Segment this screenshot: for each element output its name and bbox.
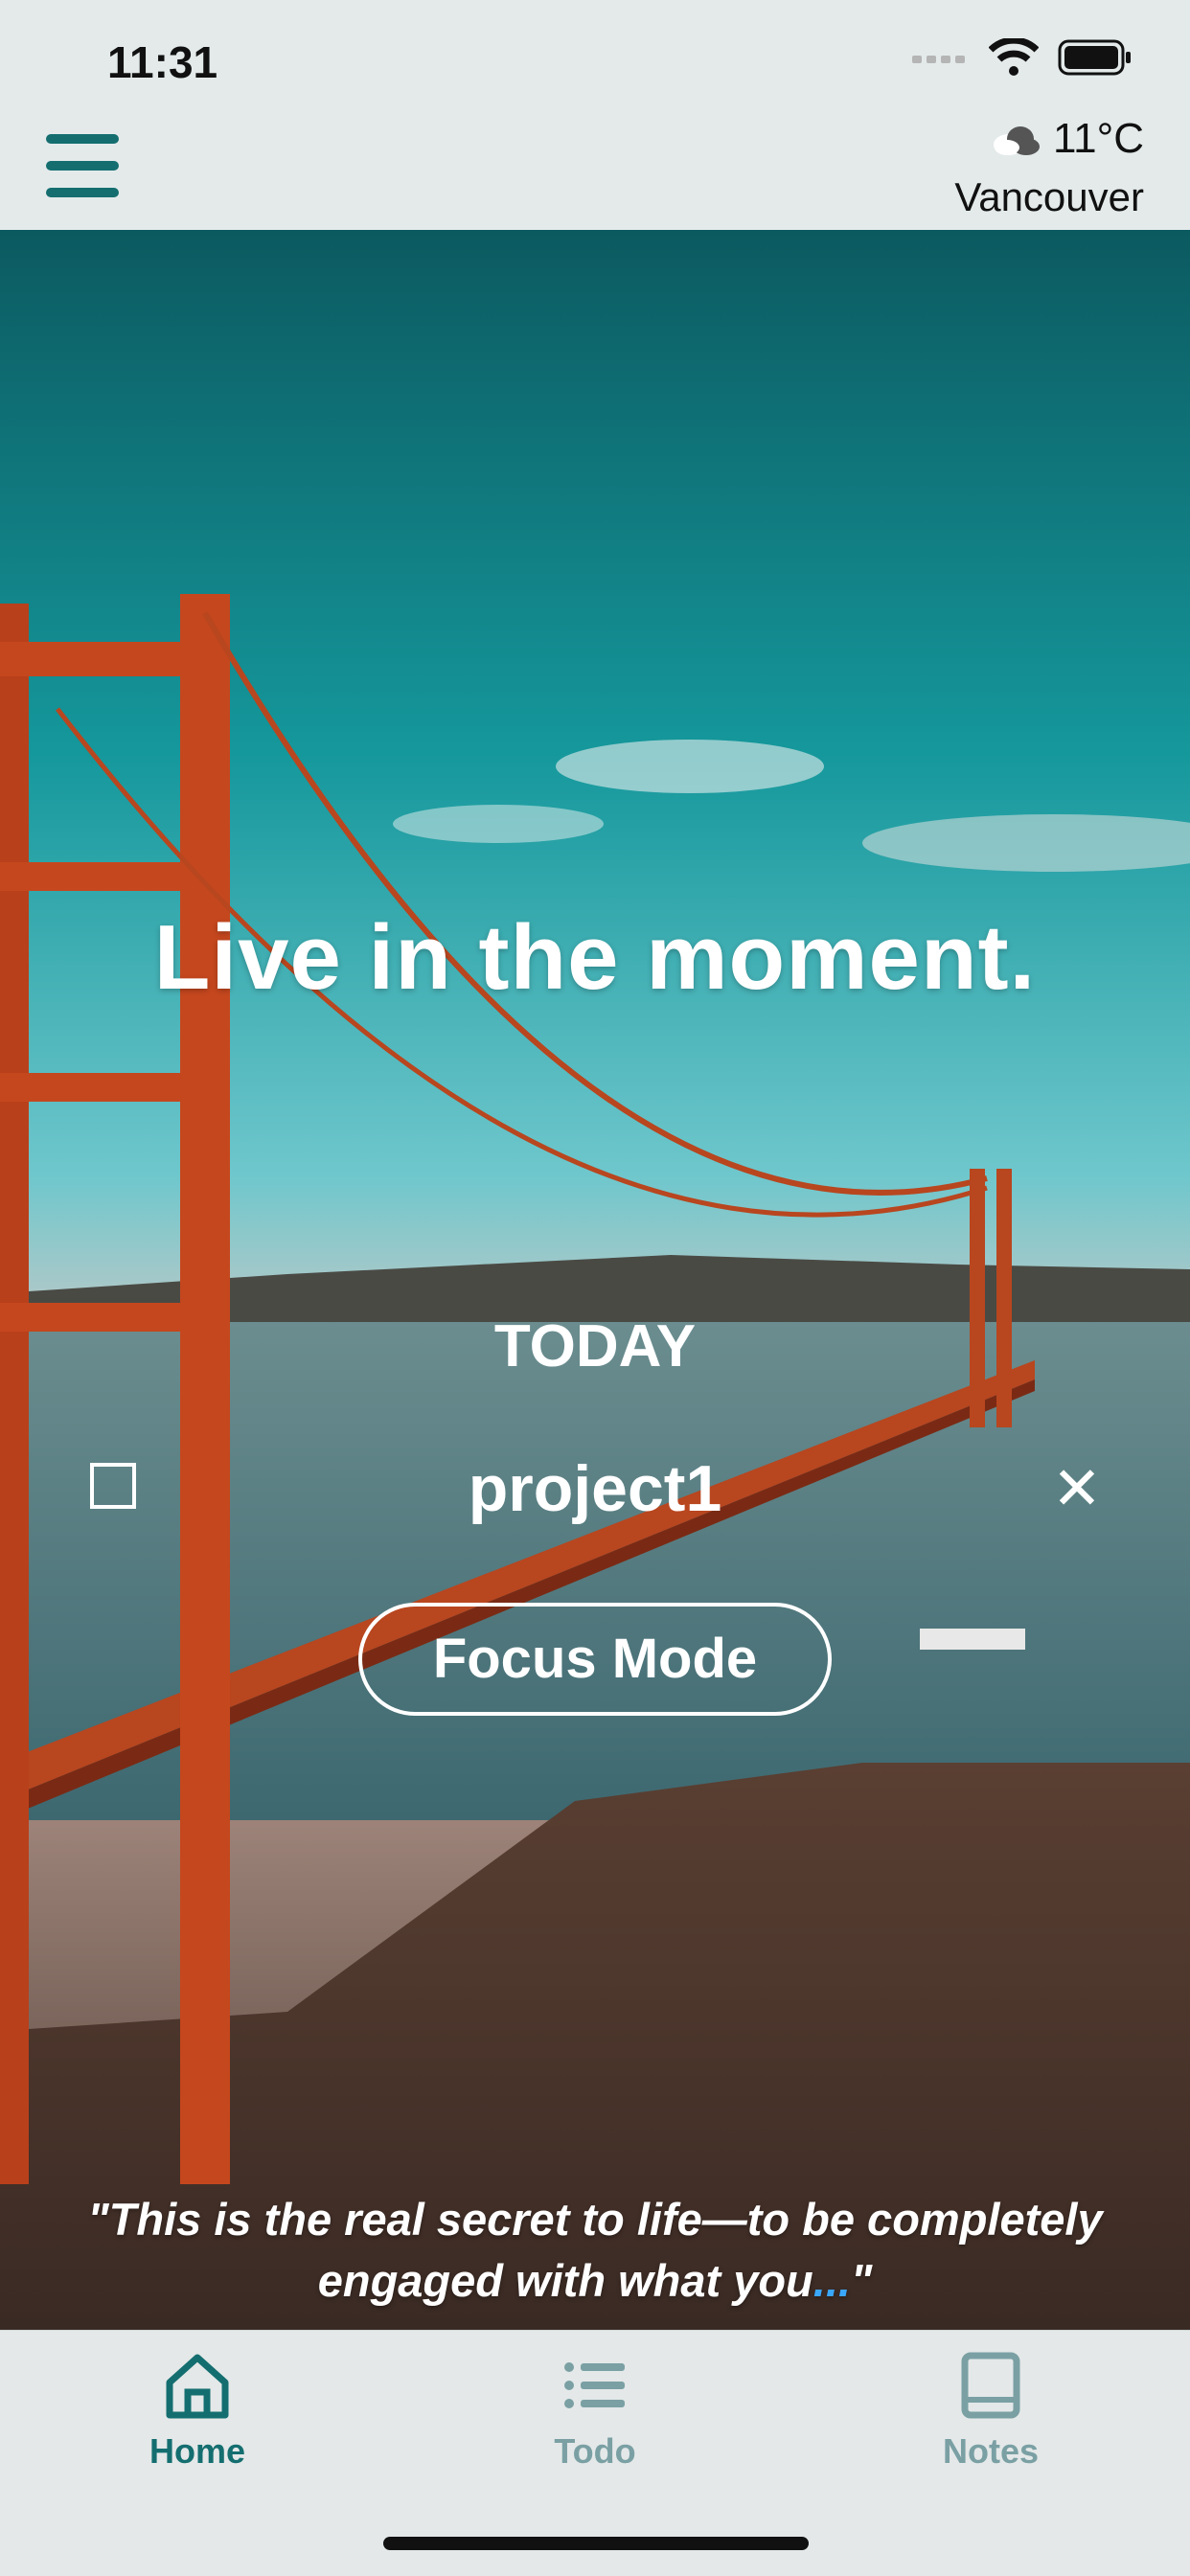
- golden-gate-background: [0, 230, 1190, 2330]
- home-icon: [166, 2354, 229, 2419]
- today-heading: TODAY: [493, 1313, 697, 1379]
- tab-notes-label: Notes: [942, 2431, 1040, 2471]
- close-icon[interactable]: ✕: [1052, 1453, 1102, 1523]
- wifi-icon: [989, 38, 1039, 76]
- hamburger-icon: [46, 134, 119, 144]
- quote-ellipsis[interactable]: ...: [813, 2255, 851, 2306]
- quote-close: ": [850, 2255, 873, 2306]
- battery-icon: [1058, 39, 1131, 76]
- cloud-icon: [993, 126, 1040, 155]
- weather-widget: 11°C Vancouver: [954, 115, 1144, 220]
- tab-todo[interactable]: Todo: [470, 2350, 720, 2472]
- city-name: Vancouver: [954, 174, 1144, 219]
- motto: Live in the moment.: [153, 906, 1037, 1009]
- status-icons: [912, 38, 1133, 77]
- tab-home-label: Home: [149, 2431, 246, 2471]
- task-label: project1: [468, 1452, 722, 1525]
- hero-background: Live in the moment. TODAY project1 ✕ Foc…: [0, 230, 1190, 2330]
- tab-home[interactable]: Home: [73, 2350, 322, 2472]
- home-indicator: [383, 2537, 809, 2550]
- quote-text: "This is the real secret to life—to be c…: [87, 2194, 1103, 2306]
- status-time: 11:31: [107, 37, 218, 87]
- task-row: project1 ✕: [0, 1442, 1190, 1538]
- tab-todo-label: Todo: [554, 2431, 636, 2471]
- quote: "This is the real secret to life—to be c…: [38, 2189, 1152, 2312]
- list-icon: [564, 2362, 625, 2408]
- focus-mode-button[interactable]: Focus Mode: [358, 1603, 832, 1716]
- app-header: 11°C Vancouver: [0, 105, 1190, 230]
- menu-button[interactable]: [46, 134, 119, 197]
- tab-notes[interactable]: Notes: [866, 2350, 1115, 2472]
- book-icon: [961, 2352, 1020, 2419]
- signal-icon: [912, 56, 965, 63]
- temperature: 11°C: [1052, 115, 1144, 162]
